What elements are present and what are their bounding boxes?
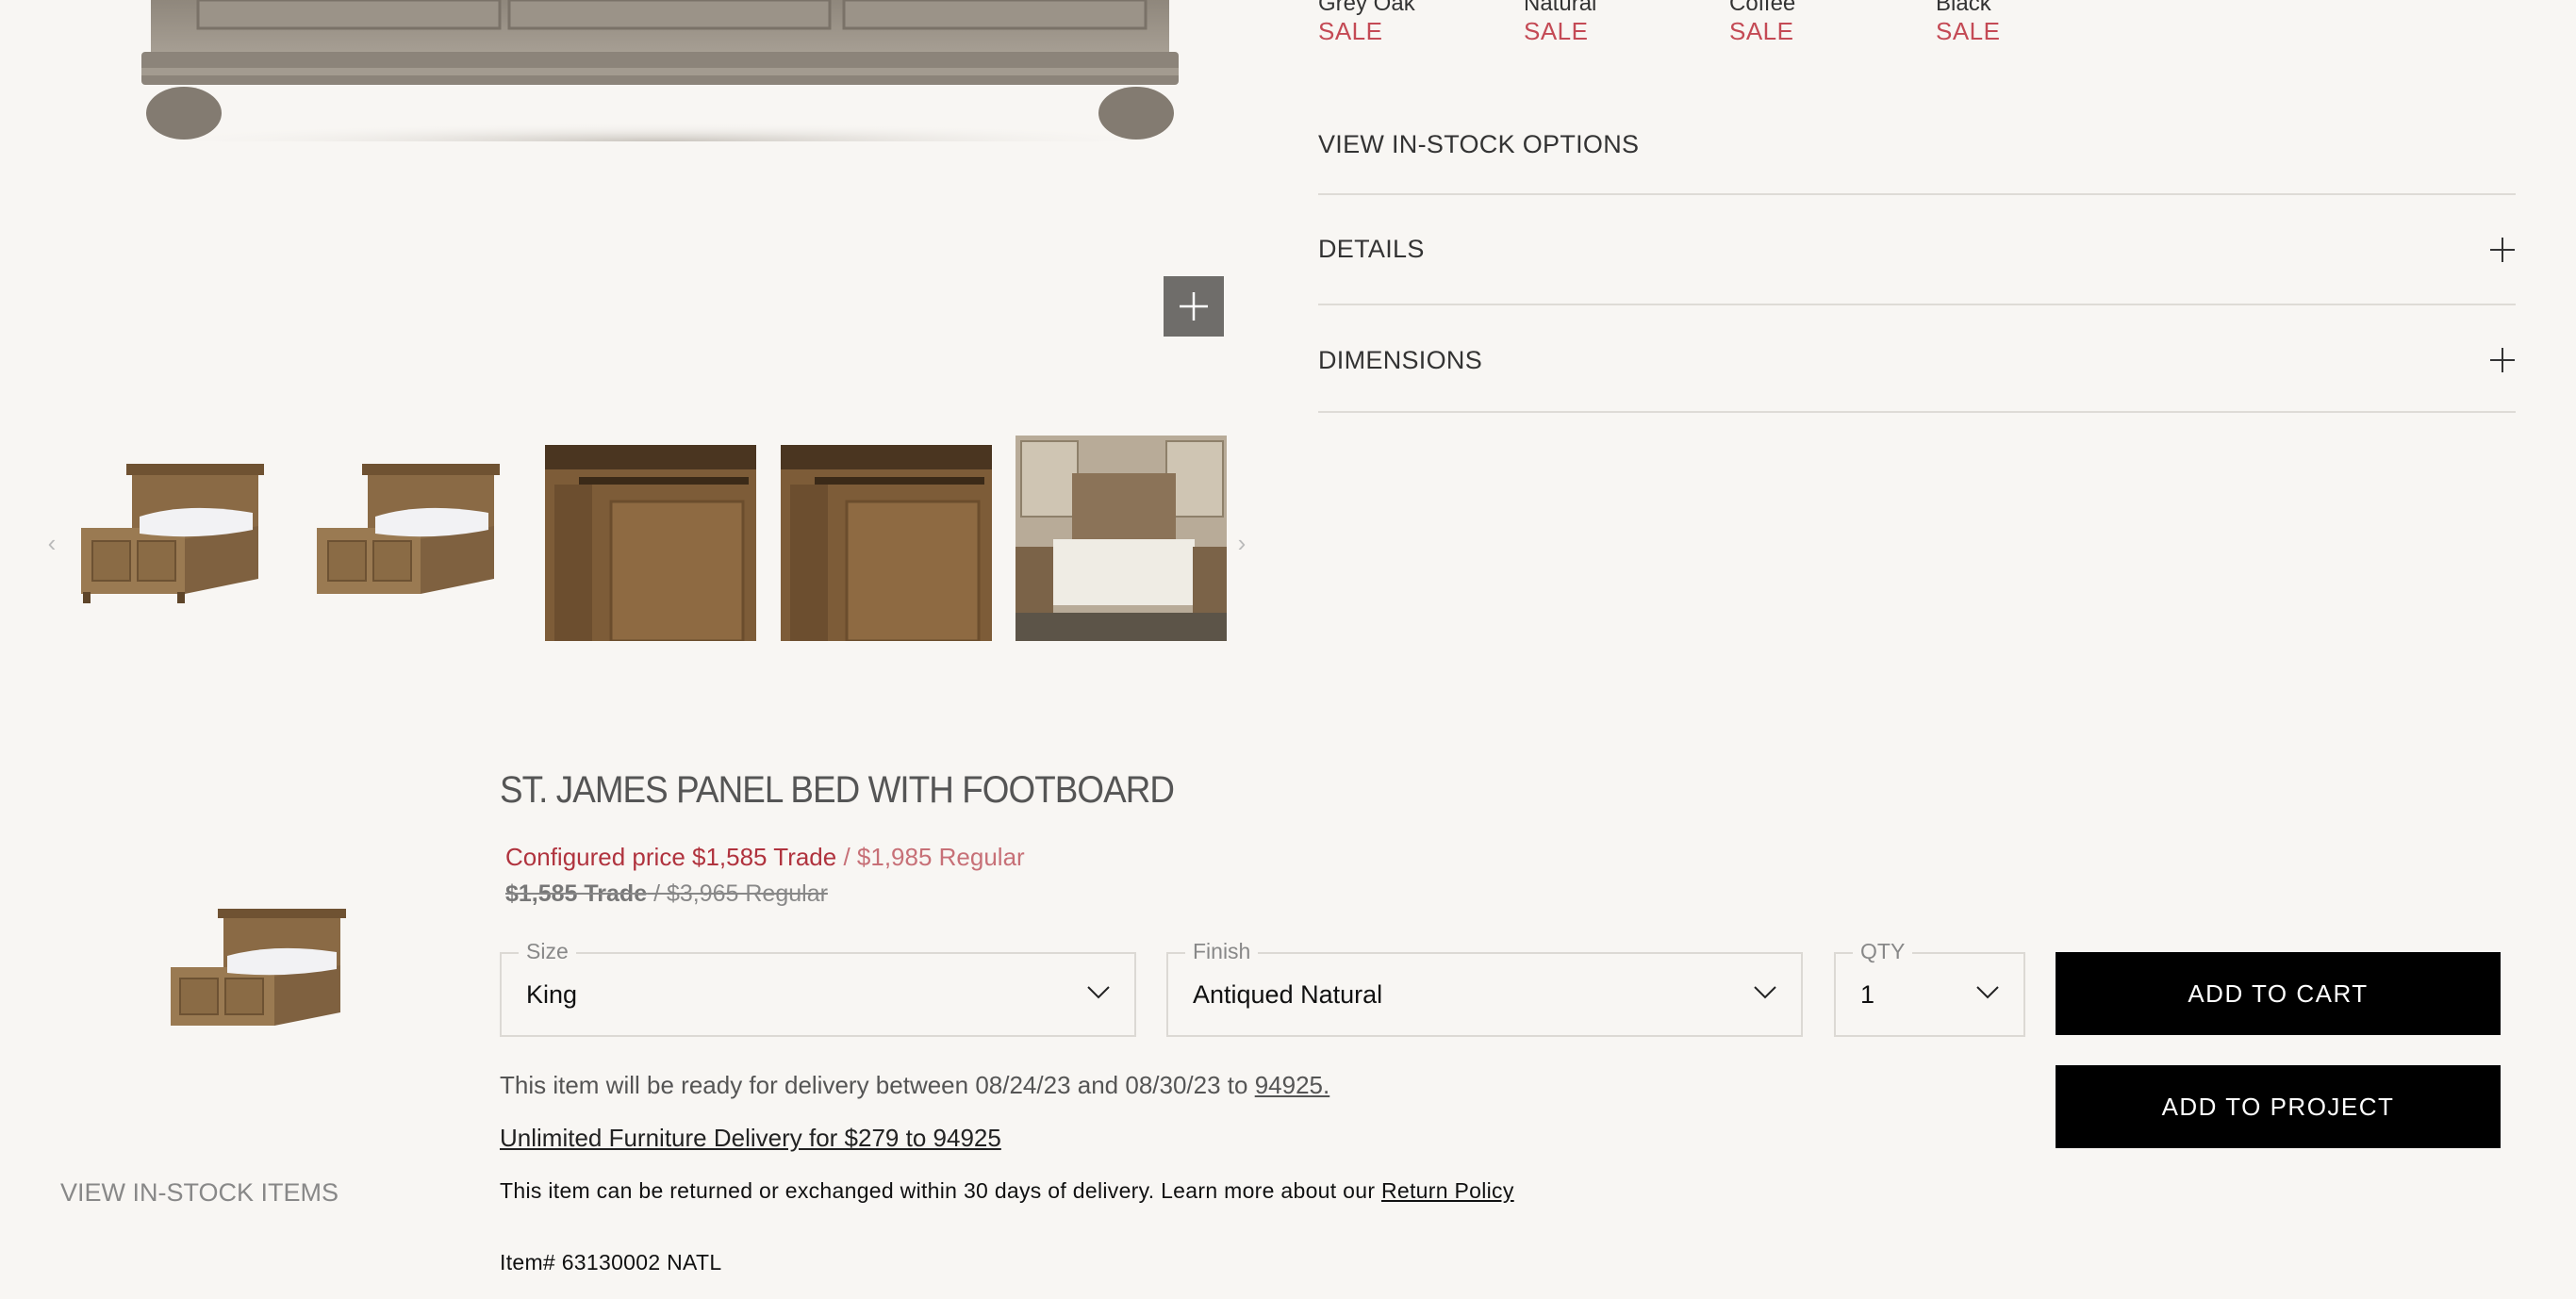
swatch-name-grey-oak[interactable]: Grey Oak [1318,0,1415,17]
finish-value: Antiqued Natural [1193,980,1383,1009]
chevron-down-icon [1087,986,1110,999]
size-label: Size [519,939,576,964]
original-price: $1,585 Trade / $3,965 Regular [505,880,828,908]
divider [1318,193,2516,195]
delivery-zip-link[interactable]: 94925. [1255,1071,1330,1099]
original-regular-price: / $3,965 Regular [647,880,828,907]
chevron-down-icon [1754,986,1776,999]
details-accordion-toggle[interactable]: DETAILS [1318,235,1425,264]
plus-icon[interactable] [2490,348,2515,372]
view-in-stock-items-link[interactable]: VIEW IN-STOCK ITEMS [60,1178,339,1208]
qty-label: QTY [1853,939,1913,964]
chevron-down-icon [1976,986,1999,999]
product-thumbnail-image [165,897,372,1039]
swatch-sale-badge: SALE [1524,17,1589,45]
finish-select[interactable]: Finish Antiqued Natural [1166,939,1803,1037]
configured-regular-price: / $1,985 Regular [836,843,1025,871]
size-select[interactable]: Size King [500,939,1136,1037]
original-trade-price: $1,585 Trade [505,880,648,907]
return-info: This item can be returned or exchanged w… [500,1178,1514,1204]
thumbnail-headboard-detail[interactable] [545,436,756,643]
plus-icon[interactable] [2490,238,2515,262]
delivery-text: This item will be ready for delivery bet… [500,1071,1255,1099]
product-hero-image [132,0,1188,160]
thumbnail-headboard-detail-2[interactable] [781,436,992,643]
chevron-right-icon: › [1237,528,1247,557]
product-title: ST. JAMES PANEL BED WITH FOOTBOARD [500,769,1175,811]
thumbnail-bed-angle[interactable] [309,436,520,641]
view-in-stock-options-link[interactable]: VIEW IN-STOCK OPTIONS [1318,130,1639,159]
dimensions-accordion-toggle[interactable]: DIMENSIONS [1318,346,1482,375]
swatch-sale-badge: SALE [1318,17,1383,45]
divider [1318,411,2516,413]
configured-price: Configured price $1,585 Trade / $1,985 R… [505,843,1025,872]
swatch-name-black[interactable]: Black [1936,0,1991,17]
divider [1318,304,2516,305]
size-value: King [526,980,578,1009]
finish-label: Finish [1185,939,1259,964]
thumbnail-bedroom-scene[interactable] [1016,436,1227,641]
item-number: Item# 63130002 NATL [500,1250,722,1274]
carousel-next-button[interactable]: › [1230,524,1254,562]
zoom-button[interactable] [1164,276,1224,337]
swatch-sale-badge: SALE [1729,17,1794,45]
add-to-project-button[interactable]: ADD TO PROJECT [2056,1065,2501,1148]
swatch-sale-badge: SALE [1936,17,2001,45]
carousel-prev-button[interactable]: ‹ [40,524,64,562]
configured-trade-price: Configured price $1,585 Trade [505,843,837,871]
swatch-name-coffee[interactable]: Coffee [1729,0,1795,17]
qty-value: 1 [1860,980,1875,1009]
returns-text: This item can be returned or exchanged w… [500,1178,1381,1203]
chevron-left-icon: ‹ [47,528,57,557]
add-to-cart-button[interactable]: ADD TO CART [2056,952,2501,1035]
swatch-name-natural[interactable]: Natural [1524,0,1596,17]
delivery-estimate: This item will be ready for delivery bet… [500,1071,1329,1100]
plus-icon [1180,292,1208,321]
thumbnail-bed-front[interactable] [74,436,285,641]
unlimited-delivery-link[interactable]: Unlimited Furniture Delivery for $279 to… [500,1124,1001,1153]
qty-select[interactable]: QTY 1 [1834,939,2025,1037]
return-policy-link[interactable]: Return Policy [1381,1178,1514,1203]
